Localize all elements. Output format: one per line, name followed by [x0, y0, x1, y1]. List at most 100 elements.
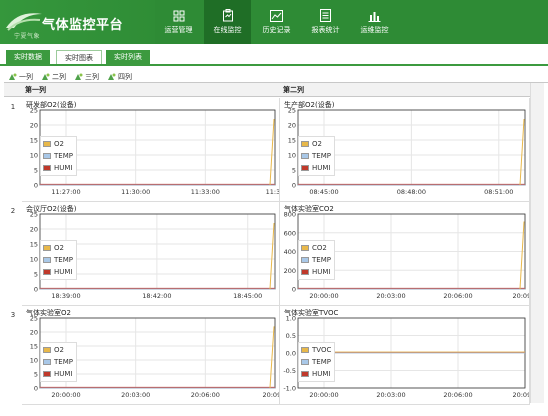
y-tick-label: 0	[292, 182, 296, 190]
legend-label: HUMI	[54, 369, 73, 378]
legend-item[interactable]: TEMP	[43, 150, 73, 162]
one-column-button[interactable]: 一列	[8, 72, 33, 82]
legend-swatch	[301, 268, 309, 275]
legend-swatch	[301, 358, 309, 365]
legend-item[interactable]: TEMP	[301, 356, 331, 368]
chart-cell-rd-o2: 研发部O2(设备) 0 5 10 15 20 25 11:27:00 11:30:00 11:33…	[22, 98, 280, 202]
legend-item[interactable]: O2	[43, 242, 73, 254]
y-tick-label: 15	[288, 137, 296, 145]
nav-operations[interactable]: 运营管理	[155, 0, 202, 44]
nav-label: 运维监控	[360, 25, 389, 34]
x-tick-label: 20:03:00	[376, 391, 405, 399]
legend-item[interactable]: O2	[43, 138, 73, 150]
tab-realtime-list[interactable]: 实时列表	[106, 50, 150, 64]
legend-label: CO2	[312, 243, 327, 252]
legend-swatch	[43, 268, 51, 275]
x-tick-label: 20:09:0	[512, 391, 529, 399]
legend-item[interactable]: CO2	[301, 242, 331, 254]
tab-bar: 实时数据 实时图表 实时列表	[0, 48, 548, 66]
layout-icon	[108, 73, 116, 80]
x-tick-label: 20:00:00	[309, 292, 338, 300]
y-tick-label: 5	[34, 271, 38, 279]
legend-item[interactable]: HUMI	[301, 162, 331, 174]
legend-swatch	[43, 164, 51, 171]
nav-reports[interactable]: 报表统计	[302, 0, 349, 44]
y-tick-label: -0.5	[283, 367, 296, 375]
tab-realtime-data[interactable]: 实时数据	[6, 50, 50, 64]
nav-maintenance[interactable]: 运维监控	[351, 0, 398, 44]
app-title: 气体监控平台	[42, 18, 124, 33]
y-tick-label: 15	[30, 241, 38, 249]
y-tick-label: 20	[30, 122, 38, 130]
three-column-label: 三列	[85, 73, 99, 81]
x-tick-label: 20:03:00	[121, 391, 150, 399]
legend-label: HUMI	[54, 163, 73, 172]
legend-item[interactable]: HUMI	[43, 266, 73, 278]
tab-realtime-charts[interactable]: 实时图表	[56, 50, 102, 64]
y-tick-label: 20	[30, 226, 38, 234]
x-tick-label: 20:06:00	[443, 391, 472, 399]
x-tick-label: 08:45:00	[309, 188, 338, 196]
nav-online-monitor[interactable]: 在线监控	[204, 0, 251, 44]
y-tick-label: 800	[284, 211, 296, 219]
top-header: 宁夏气象 气体监控平台 运营管理 在线监控 历史记录 报表统计 运维监控	[0, 0, 548, 44]
legend-swatch	[43, 244, 51, 251]
logo-subtext: 宁夏气象	[14, 33, 41, 40]
legend-item[interactable]: TEMP	[43, 356, 73, 368]
x-tick-label: 11:36	[266, 188, 279, 196]
two-column-label: 二列	[52, 73, 66, 81]
two-column-button[interactable]: 二列	[41, 72, 66, 82]
legend-item[interactable]: O2	[43, 344, 73, 356]
series-line-primary	[269, 222, 275, 290]
y-tick-label: 10	[30, 152, 38, 160]
legend-item[interactable]: O2	[301, 138, 331, 150]
legend-label: TEMP	[54, 151, 73, 160]
nav-label: 在线监控	[213, 26, 242, 34]
legend-label: TEMP	[312, 357, 331, 366]
series-line-primary	[269, 326, 275, 389]
legend-swatch	[43, 256, 51, 263]
legend-item[interactable]: HUMI	[301, 368, 331, 380]
legend-label: HUMI	[54, 267, 73, 276]
legend-label: O2	[54, 345, 64, 354]
x-tick-label: 11:33:00	[191, 188, 220, 196]
vertical-scrollbar[interactable]	[530, 83, 544, 403]
layout-icon	[42, 73, 50, 80]
x-tick-label: 11:27:00	[51, 188, 80, 196]
chart-legend: CO2 TEMP HUMI	[298, 239, 335, 280]
legend-item[interactable]: TEMP	[43, 254, 73, 266]
legend-label: HUMI	[312, 267, 331, 276]
bar-chart-icon	[368, 11, 381, 22]
legend-item[interactable]: TEMP	[301, 150, 331, 162]
y-tick-label: 0	[34, 286, 38, 294]
legend-item[interactable]: HUMI	[43, 368, 73, 380]
chart-legend: O2 TEMP HUMI	[40, 239, 77, 280]
x-tick-label: 18:42:00	[142, 292, 171, 300]
x-tick-label: 08:48:00	[397, 188, 426, 196]
y-tick-label: 0	[34, 182, 38, 190]
y-tick-label: 20	[288, 122, 296, 130]
rownum-header	[4, 83, 22, 97]
nav-label: 报表统计	[311, 26, 340, 34]
y-tick-label: 200	[284, 267, 296, 275]
legend-item[interactable]: TVOC	[301, 344, 331, 356]
legend-item[interactable]: TEMP	[301, 254, 331, 266]
chart-cell-production-o2: 生产部O2(设备) 0 5 10 15 20 25 08:45:00 08:48:00 08:51…	[280, 98, 530, 202]
nav-history[interactable]: 历史记录	[253, 0, 300, 44]
y-tick-label: 5	[292, 167, 296, 175]
legend-swatch	[43, 346, 51, 353]
legend-label: TEMP	[312, 255, 331, 264]
x-tick-label: 20:00:00	[51, 391, 80, 399]
legend-label: O2	[312, 139, 322, 148]
legend-item[interactable]: HUMI	[301, 266, 331, 278]
legend-swatch	[43, 370, 51, 377]
monitor-clipboard-icon	[222, 9, 233, 22]
four-column-button[interactable]: 四列	[107, 72, 132, 82]
line-chart-icon	[270, 9, 283, 22]
report-doc-icon	[320, 9, 331, 22]
three-column-button[interactable]: 三列	[74, 72, 99, 82]
row-number: 1	[10, 103, 16, 111]
y-tick-label: 25	[30, 211, 38, 219]
y-tick-label: 25	[288, 107, 296, 115]
legend-item[interactable]: HUMI	[43, 162, 73, 174]
